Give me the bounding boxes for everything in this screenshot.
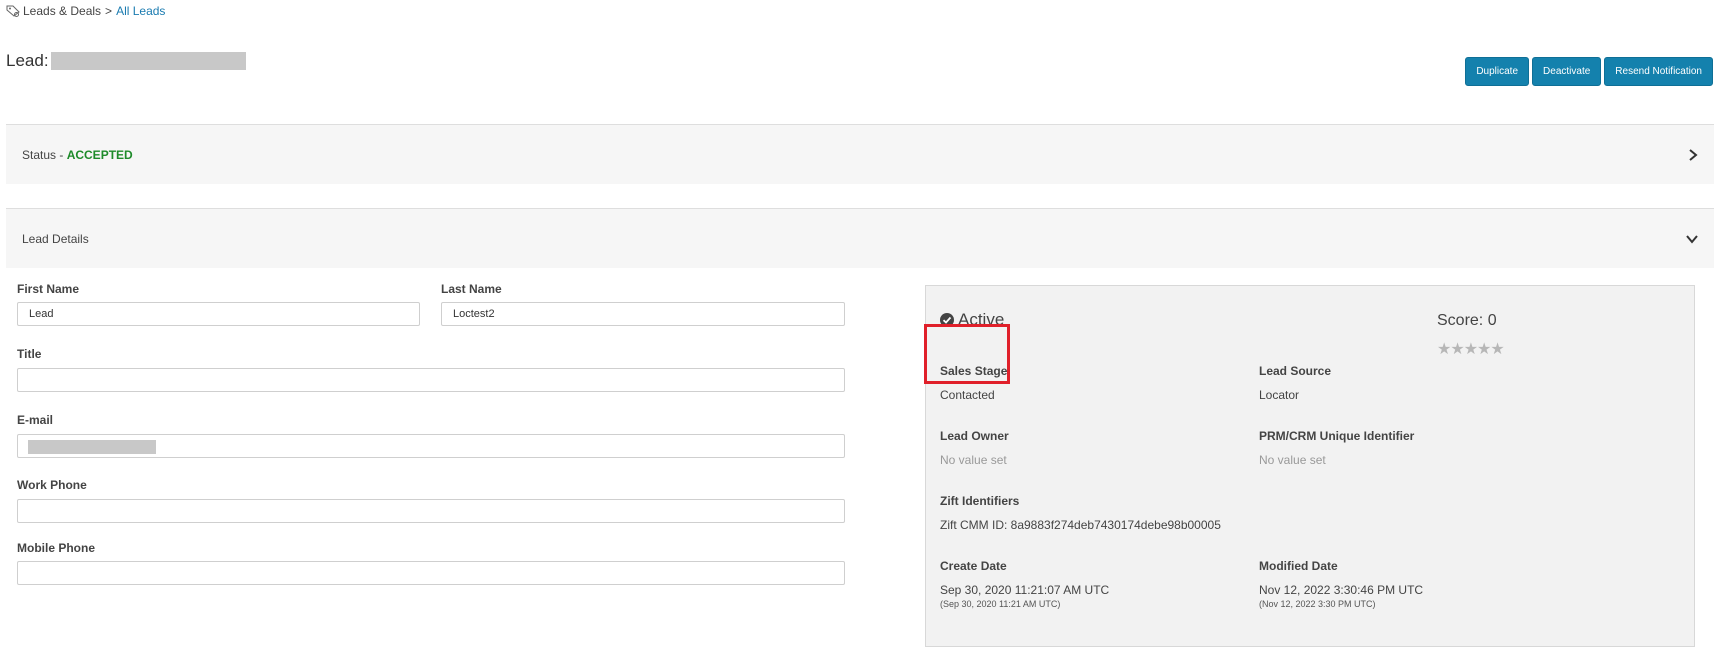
deactivate-button[interactable]: Deactivate	[1532, 57, 1602, 86]
breadcrumb-all-leads-link[interactable]: All Leads	[116, 4, 165, 18]
lead-details-label: Lead Details	[22, 231, 89, 246]
work-phone-input[interactable]	[17, 499, 845, 523]
prm-crm-identifier-label: PRM/CRM Unique Identifier	[1259, 429, 1415, 443]
lead-owner-label: Lead Owner	[940, 429, 1009, 443]
score: Score: 0	[1437, 312, 1497, 329]
action-buttons: Duplicate Deactivate Resend Notification	[1465, 57, 1713, 86]
lead-owner-value: No value set	[940, 453, 1007, 467]
email-label: E-mail	[17, 413, 54, 427]
create-date-local: (Sep 30, 2020 11:21 AM UTC)	[940, 599, 1061, 609]
sales-stage-label: Sales Stage	[940, 364, 1008, 378]
modified-date-value: Nov 12, 2022 3:30:46 PM UTC	[1259, 583, 1424, 597]
chevron-down-icon[interactable]	[1686, 234, 1698, 244]
status-panel-header[interactable]: Status - ACCEPTED	[6, 124, 1714, 184]
modified-date-local: (Nov 12, 2022 3:30 PM UTC)	[1259, 599, 1376, 609]
status-label-text: Status -	[22, 147, 67, 162]
first-name-input[interactable]: Lead	[17, 302, 420, 326]
redacted-lead-name	[50, 52, 246, 70]
breadcrumb-root: Leads & Deals	[23, 4, 102, 18]
lead-summary-card: Active Score: 0 ★★★★★ Sales Stage Contac…	[924, 285, 1695, 647]
modified-date-label: Modified Date	[1259, 559, 1338, 573]
zift-identifiers-label: Zift Identifiers	[940, 494, 1020, 508]
create-date-value: Sep 30, 2020 11:21:07 AM UTC	[940, 583, 1110, 597]
title-label: Title	[17, 347, 42, 361]
chevron-right-icon[interactable]	[1688, 148, 1698, 161]
resend-notification-button[interactable]: Resend Notification	[1604, 57, 1713, 86]
redacted-email	[28, 440, 156, 454]
breadcrumb-separator: >	[105, 4, 113, 18]
create-date-label: Create Date	[940, 559, 1007, 573]
sales-stage-value: Contacted	[940, 388, 995, 402]
email-input[interactable]	[17, 434, 845, 458]
lead-details-panel-header[interactable]: Lead Details	[6, 208, 1714, 268]
title-input[interactable]	[17, 368, 845, 392]
last-name-input[interactable]: Loctest2	[441, 302, 845, 326]
zift-identifiers-value: Zift CMM ID: 8a9883f274deb7430174debe98b…	[940, 518, 1221, 532]
lead-source-label: Lead Source	[1259, 364, 1332, 378]
first-name-label: First Name	[17, 282, 80, 296]
tag-icon	[6, 5, 20, 17]
star-rating[interactable]: ★★★★★	[1437, 339, 1505, 359]
page-title: Lead:	[6, 51, 246, 71]
duplicate-button[interactable]: Duplicate	[1465, 57, 1530, 86]
prm-crm-identifier-value: No value set	[1259, 453, 1326, 467]
status-label: Status - ACCEPTED	[22, 148, 133, 162]
mobile-phone-label: Mobile Phone	[17, 541, 95, 555]
status-value: ACCEPTED	[66, 147, 133, 162]
breadcrumb: Leads & Deals > All Leads	[6, 4, 165, 18]
last-name-label: Last Name	[441, 282, 502, 296]
lead-source-value: Locator	[1259, 388, 1300, 402]
page-title-prefix: Lead:	[6, 51, 49, 70]
mobile-phone-input[interactable]	[17, 561, 845, 585]
work-phone-label: Work Phone	[17, 478, 87, 492]
